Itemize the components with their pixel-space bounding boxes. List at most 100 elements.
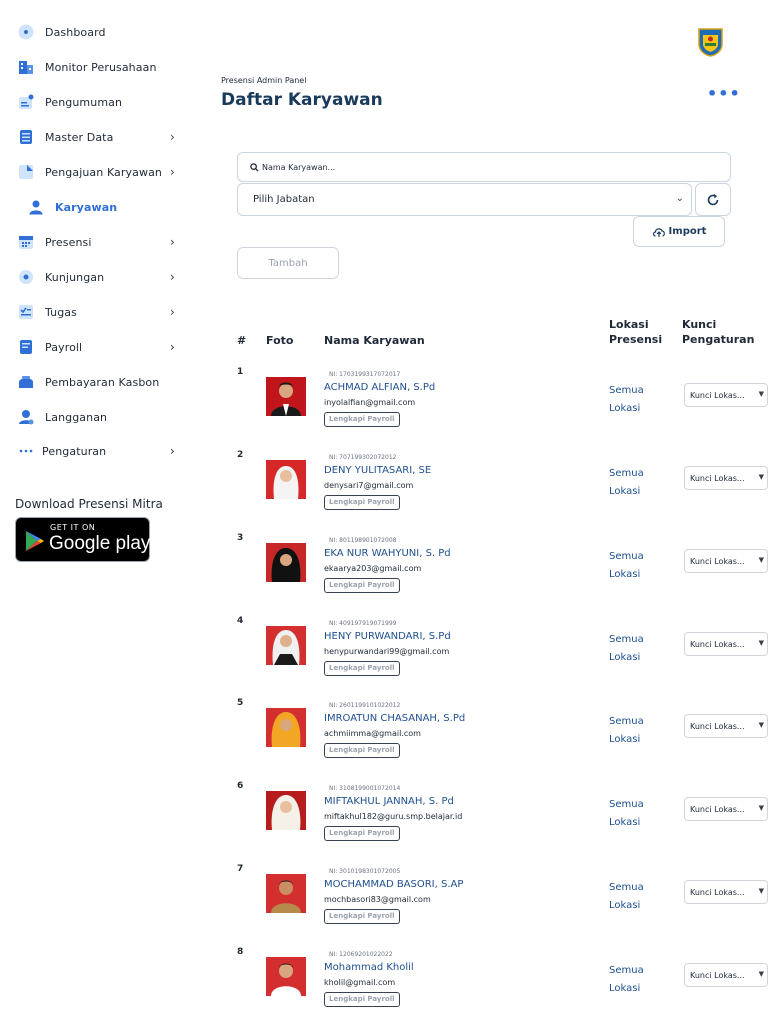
- sidebar-item-label: Monitor Perusahaan: [45, 60, 157, 74]
- employee-nip: NI: 801198901072008: [329, 537, 397, 544]
- task-icon: [17, 304, 34, 321]
- lock-setting-select[interactable]: Kunci Lokas... ▼: [684, 880, 768, 904]
- import-label: Import: [668, 226, 707, 237]
- employee-photo: [266, 791, 306, 830]
- sidebar-item-label: Master Data: [45, 130, 114, 144]
- column-header-lokasi-line2: Presensi: [609, 333, 663, 346]
- employee-name-link[interactable]: MIFTAKHUL JANNAH, S. Pd: [324, 796, 454, 807]
- sidebar-item-karyawan[interactable]: Karyawan: [0, 192, 200, 222]
- chevron-right-icon: ›: [170, 340, 175, 354]
- column-header-kunci-line1: Kunci: [682, 318, 717, 331]
- employee-name-link[interactable]: DENY YULITASARI, SE: [324, 465, 431, 476]
- lock-setting-value: Kunci Lokas...: [690, 473, 745, 483]
- table-row: 4 NI: 409197919071999 HENY PURWANDARI, S…: [0, 616, 768, 699]
- caret-down-icon: ▼: [758, 804, 764, 812]
- caret-down-icon: ▼: [758, 887, 764, 895]
- building-icon: [17, 59, 34, 76]
- sidebar-item-pengumuman[interactable]: Pengumuman: [0, 87, 200, 117]
- presence-location: Semua Lokasi: [609, 713, 644, 749]
- refresh-button[interactable]: [695, 183, 731, 216]
- more-options-icon[interactable]: •••: [707, 84, 741, 103]
- presence-location: Semua Lokasi: [609, 796, 644, 832]
- sidebar-item-kunjungan[interactable]: Kunjungan ›: [0, 262, 200, 292]
- user-icon: [27, 199, 44, 216]
- employee-name-link[interactable]: EKA NUR WAHYUNI, S. Pd: [324, 548, 451, 559]
- employee-email: mochbasori83@gmail.com: [324, 895, 431, 904]
- lock-setting-select[interactable]: Kunci Lokas... ▼: [684, 466, 768, 490]
- employee-name-link[interactable]: Mohammad Kholil: [324, 962, 414, 973]
- row-number: 1: [237, 367, 244, 377]
- jabatan-select[interactable]: Pilih Jabatan ⌄: [237, 183, 692, 216]
- complete-payroll-badge[interactable]: Lengkapi Payroll: [324, 743, 400, 758]
- lock-setting-select[interactable]: Kunci Lokas... ▼: [684, 797, 768, 821]
- employee-nip: NI: 3108199001072014: [329, 785, 401, 792]
- employee-name-link[interactable]: IMROATUN CHASANAH, S.Pd: [324, 713, 465, 724]
- sidebar-item-label: Pengajuan Karyawan: [45, 165, 162, 179]
- sidebar-item-tugas[interactable]: Tugas ›: [0, 297, 200, 327]
- complete-payroll-badge[interactable]: Lengkapi Payroll: [324, 992, 400, 1007]
- row-number: 6: [237, 781, 244, 791]
- sidebar-item-master-data[interactable]: Master Data ›: [0, 122, 200, 152]
- presence-location-line1: Semua: [609, 799, 644, 810]
- presence-location-line2: Lokasi: [609, 569, 641, 580]
- calendar-icon: [17, 234, 34, 251]
- presence-location-line2: Lokasi: [609, 652, 641, 663]
- employee-name-link[interactable]: HENY PURWANDARI, S.Pd: [324, 631, 451, 642]
- employee-photo: [266, 460, 306, 499]
- employee-photo: [266, 543, 306, 582]
- complete-payroll-badge[interactable]: Lengkapi Payroll: [324, 909, 400, 924]
- lock-setting-select[interactable]: Kunci Lokas... ▼: [684, 963, 768, 987]
- search-input[interactable]: Nama Karyawan...: [237, 152, 731, 182]
- employee-photo: [266, 377, 306, 416]
- add-employee-button[interactable]: Tambah: [237, 247, 339, 279]
- chevron-right-icon: ›: [170, 130, 175, 144]
- complete-payroll-badge[interactable]: Lengkapi Payroll: [324, 495, 400, 510]
- sidebar-item-dashboard[interactable]: Dashboard: [0, 17, 200, 47]
- sidebar-item-label: Karyawan: [55, 200, 118, 214]
- employee-email: henypurwandari99@gmail.com: [324, 647, 450, 656]
- payroll-icon: [17, 339, 34, 356]
- complete-payroll-badge[interactable]: Lengkapi Payroll: [324, 661, 400, 676]
- caret-down-icon: ▼: [758, 721, 764, 729]
- presence-location-line1: Semua: [609, 385, 644, 396]
- presence-location-line2: Lokasi: [609, 734, 641, 745]
- lock-setting-select[interactable]: Kunci Lokas... ▼: [684, 383, 768, 407]
- column-header-kunci-line2: Pengaturan: [682, 333, 755, 346]
- lock-setting-value: Kunci Lokas...: [690, 639, 745, 649]
- column-header-number: #: [237, 334, 247, 347]
- table-row: 7 NI: 3010198301072005 MOCHAMMAD BASORI,…: [0, 864, 768, 947]
- complete-payroll-badge[interactable]: Lengkapi Payroll: [324, 826, 400, 841]
- employee-nip: NI: 409197919071999: [329, 620, 397, 627]
- employee-nip: NI: 707199302072012: [329, 454, 397, 461]
- sidebar-item-label: Pengumuman: [45, 95, 123, 109]
- sidebar-item-monitor-perusahaan[interactable]: Monitor Perusahaan: [0, 52, 200, 82]
- presence-location-line1: Semua: [609, 716, 644, 727]
- employee-email: inyolalfian@gmail.com: [324, 398, 416, 407]
- search-icon: [250, 162, 259, 172]
- column-header-lokasi-line1: Lokasi: [609, 318, 649, 331]
- employee-photo: [266, 957, 306, 996]
- refresh-icon: [707, 193, 719, 205]
- sidebar-item-label: Kunjungan: [45, 270, 105, 284]
- complete-payroll-badge[interactable]: Lengkapi Payroll: [324, 578, 400, 593]
- lock-setting-select[interactable]: Kunci Lokas... ▼: [684, 714, 768, 738]
- presence-location-line1: Semua: [609, 634, 644, 645]
- sidebar-item-pengajuan-karyawan[interactable]: Pengajuan Karyawan ›: [0, 157, 200, 187]
- employee-name-link[interactable]: ACHMAD ALFIAN, S.Pd: [324, 382, 435, 393]
- sidebar-item-payroll[interactable]: Payroll ›: [0, 332, 200, 362]
- employee-name-link[interactable]: MOCHAMMAD BASORI, S.AP: [324, 879, 463, 890]
- chevron-right-icon: ›: [170, 270, 175, 284]
- employee-email: ekaarya203@gmail.com: [324, 564, 422, 573]
- table-row: 2 NI: 707199302072012 DENY YULITASARI, S…: [0, 450, 768, 533]
- complete-payroll-badge[interactable]: Lengkapi Payroll: [324, 412, 400, 427]
- employee-photo: [266, 626, 306, 665]
- sidebar-item-presensi[interactable]: Presensi ›: [0, 227, 200, 257]
- import-button[interactable]: Import: [633, 216, 725, 247]
- lock-setting-select[interactable]: Kunci Lokas... ▼: [684, 549, 768, 573]
- chevron-right-icon: ›: [170, 305, 175, 319]
- presence-location-line2: Lokasi: [609, 983, 641, 994]
- employee-nip: NI: 3010198301072005: [329, 868, 401, 875]
- presence-location-line2: Lokasi: [609, 486, 641, 497]
- presence-location-line2: Lokasi: [609, 900, 641, 911]
- lock-setting-select[interactable]: Kunci Lokas... ▼: [684, 632, 768, 656]
